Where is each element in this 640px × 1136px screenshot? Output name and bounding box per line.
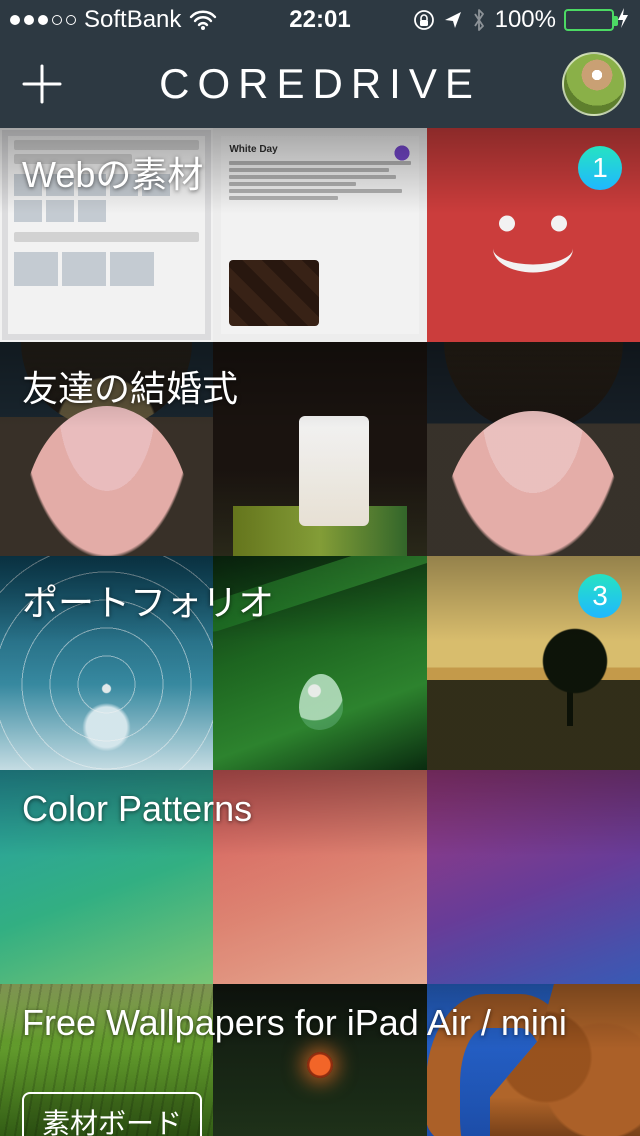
collection-row[interactable]: 友達の結婚式 [0, 342, 640, 556]
thumbnail-tile[interactable] [427, 770, 640, 984]
cellular-signal-icon [10, 15, 76, 25]
collection-title: Webの素材 [22, 146, 203, 198]
collection-row[interactable]: Color Patterns [0, 770, 640, 984]
location-icon [443, 10, 463, 30]
smiley-face-icon [481, 215, 585, 272]
material-board-button[interactable]: 素材ボード [22, 1092, 202, 1136]
bluetooth-icon [471, 8, 487, 32]
battery-icon [564, 7, 630, 34]
doc-heading: White Day [229, 144, 410, 155]
collection-title: Color Patterns [22, 788, 252, 830]
status-bar: SoftBank 22:01 100% [0, 0, 640, 40]
app-title: COREDRIVE [159, 60, 481, 108]
profile-avatar[interactable] [562, 52, 626, 116]
clock: 22:01 [289, 6, 350, 34]
thumbnail-tile[interactable]: White Day [213, 128, 426, 342]
notification-badge: 3 [578, 574, 622, 618]
orientation-lock-icon [413, 9, 435, 31]
plus-icon [20, 62, 64, 106]
collections-grid[interactable]: Webの素材 1 White Day 友達の結婚式 ポートフォリオ 3 [0, 128, 640, 1136]
notification-badge: 1 [578, 146, 622, 190]
status-left: SoftBank [10, 6, 217, 34]
add-button[interactable] [14, 56, 70, 112]
thumbnail-tile[interactable] [213, 342, 426, 556]
charging-icon [616, 7, 630, 34]
collection-title: Free Wallpapers for iPad Air / mini [22, 1002, 567, 1044]
carrier-label: SoftBank [84, 6, 181, 34]
battery-percent: 100% [495, 6, 556, 34]
collection-title: ポートフォリオ [22, 574, 274, 626]
app-screen: SoftBank 22:01 100% [0, 0, 640, 1136]
collection-row[interactable]: Free Wallpapers for iPad Air / mini 素材ボー… [0, 984, 640, 1136]
collection-row[interactable]: ポートフォリオ 3 [0, 556, 640, 770]
wifi-icon [189, 9, 217, 31]
collection-title: 友達の結婚式 [22, 360, 238, 412]
nav-header: COREDRIVE [0, 40, 640, 128]
status-right: 100% [413, 6, 630, 34]
collection-row[interactable]: Webの素材 1 White Day [0, 128, 640, 342]
thumbnail-tile[interactable] [427, 342, 640, 556]
